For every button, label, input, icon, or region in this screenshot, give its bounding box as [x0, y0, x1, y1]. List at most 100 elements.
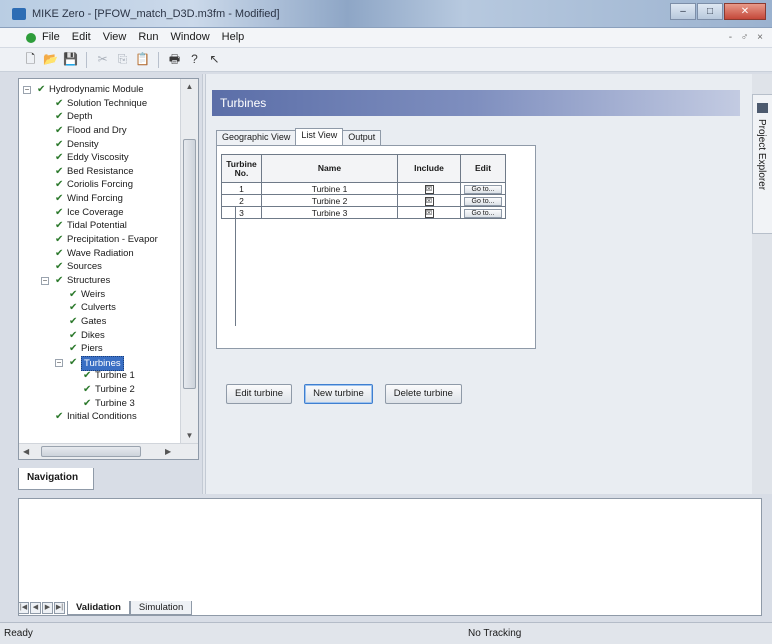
tree-item-label: Piers: [81, 343, 103, 355]
tree-item[interactable]: ✔ Solution Technique: [19, 97, 179, 111]
tree-item[interactable]: ✔ Bed Resistance: [19, 165, 179, 179]
tab-validation[interactable]: Validation: [67, 601, 130, 615]
go-to-button[interactable]: Go to...: [464, 197, 502, 206]
checkmark-icon: ✔: [55, 152, 64, 164]
tree-item[interactable]: ✔ Flood and Dry: [19, 124, 179, 138]
table-row[interactable]: 2 Turbine 2 ☒ Go to...: [221, 194, 506, 207]
tree-item-label: Flood and Dry: [67, 124, 127, 136]
tree-item-label: Turbine 3: [95, 397, 135, 409]
last-tab-icon[interactable]: ▶|: [54, 602, 65, 614]
tree-item[interactable]: ✔ Eddy Viscosity: [19, 151, 179, 165]
tree-item[interactable]: ✔ Culverts: [19, 301, 179, 315]
new-icon[interactable]: 🗋: [22, 51, 39, 68]
help-icon[interactable]: ?: [186, 51, 203, 68]
mdi-controls[interactable]: - ♂ ×: [729, 32, 766, 43]
edit-turbine-button[interactable]: Edit turbine: [226, 384, 293, 404]
first-tab-icon[interactable]: |◀: [18, 602, 29, 614]
project-explorer-tab[interactable]: Project Explorer: [752, 94, 772, 234]
scroll-left-icon[interactable]: ◀: [23, 444, 29, 459]
tab-output[interactable]: Output: [342, 130, 382, 145]
tree-horizontal-scrollbar[interactable]: ◀ ▶: [19, 443, 198, 459]
scroll-right-icon[interactable]: ▶: [165, 444, 171, 459]
menu-window[interactable]: Window: [171, 31, 210, 43]
menu-file[interactable]: File: [42, 31, 60, 43]
tree-item[interactable]: ✔ Initial Conditions: [19, 410, 179, 424]
collapse-icon[interactable]: −: [41, 276, 49, 285]
print-icon[interactable]: 🖶: [166, 51, 183, 68]
tree-item[interactable]: ✔ Depth: [19, 110, 179, 124]
close-button[interactable]: ✕: [724, 3, 766, 20]
turbine-name-cell[interactable]: Turbine 1: [261, 182, 398, 195]
context-help-icon[interactable]: ↖: [206, 51, 223, 68]
collapse-icon[interactable]: −: [55, 358, 63, 367]
include-checkbox[interactable]: ☒: [424, 196, 434, 206]
tree-item[interactable]: ✔ Weirs: [19, 288, 179, 302]
toolbar-separator: [158, 51, 159, 68]
checkmark-icon: ✔: [55, 261, 64, 273]
view-tabs: Geographic View List View Output: [216, 128, 382, 145]
main-content: Turbines Geographic View List View Outpu…: [206, 74, 752, 494]
tree-item[interactable]: ✔ Sources: [19, 260, 179, 274]
menu-edit[interactable]: Edit: [72, 31, 91, 43]
cut-icon[interactable]: ✂: [94, 51, 111, 68]
tree-item[interactable]: ✔ Gates: [19, 315, 179, 329]
maximize-button[interactable]: □: [697, 3, 723, 20]
include-checkbox[interactable]: ☒: [424, 208, 434, 218]
status-ready: Ready: [4, 628, 33, 639]
tree-item-label: Density: [67, 138, 99, 150]
menu-run[interactable]: Run: [138, 31, 158, 43]
document-icon[interactable]: [26, 33, 36, 43]
open-icon[interactable]: 📂: [42, 51, 59, 68]
tab-geographic-view[interactable]: Geographic View: [216, 130, 297, 145]
hscroll-thumb[interactable]: [41, 446, 141, 457]
include-checkbox[interactable]: ☒: [424, 184, 434, 194]
table-row[interactable]: 3 Turbine 3 ☒ Go to...: [221, 206, 506, 219]
new-turbine-button[interactable]: New turbine: [304, 384, 373, 404]
tree-item[interactable]: ✔ Coriolis Forcing: [19, 178, 179, 192]
tree-item[interactable]: ✔ Turbine 1: [19, 369, 179, 383]
tree-item[interactable]: ✔ Turbine 3: [19, 397, 179, 411]
collapse-icon[interactable]: −: [23, 86, 31, 94]
tree-item[interactable]: ✔ Piers: [19, 342, 179, 356]
minimize-button[interactable]: –: [670, 3, 696, 20]
turbine-name-cell[interactable]: Turbine 2: [261, 194, 398, 207]
tree-item[interactable]: ✔ Ice Coverage: [19, 206, 179, 220]
tree-item[interactable]: − ✔ Structures: [19, 274, 179, 288]
scroll-thumb[interactable]: [183, 139, 196, 389]
tree-item[interactable]: ✔ Wave Radiation: [19, 247, 179, 261]
copy-icon[interactable]: ⎘: [114, 51, 131, 68]
tree-item[interactable]: ✔ Density: [19, 138, 179, 152]
tree-item[interactable]: ✔ Tidal Potential: [19, 219, 179, 233]
tree-vertical-scrollbar[interactable]: ▲ ▼: [180, 79, 198, 444]
next-tab-icon[interactable]: ▶: [42, 602, 53, 614]
paste-icon[interactable]: 📋: [134, 51, 151, 68]
tree-item-label: Gates: [81, 315, 107, 327]
edit-cell: Go to...: [460, 182, 506, 195]
menu-help[interactable]: Help: [222, 31, 245, 43]
tree-item[interactable]: ✔ Wind Forcing: [19, 192, 179, 206]
tree-item[interactable]: − ✔ Hydrodynamic Module: [19, 83, 179, 97]
tab-list-view[interactable]: List View: [295, 128, 344, 145]
navigation-tab[interactable]: Navigation: [18, 468, 94, 490]
tree-item[interactable]: ✔ Dikes: [19, 329, 179, 343]
scroll-down-icon[interactable]: ▼: [181, 428, 198, 444]
turbine-name-cell[interactable]: Turbine 3: [261, 206, 398, 219]
scroll-up-icon[interactable]: ▲: [181, 79, 198, 95]
tree-item[interactable]: ✔ Turbine 2: [19, 383, 179, 397]
menu-bar: File Edit View Run Window Help - ♂ ×: [0, 28, 772, 48]
go-to-button[interactable]: Go to...: [464, 209, 502, 218]
tree-item-label: Turbine 1: [95, 370, 135, 382]
checkmark-icon: ✔: [83, 370, 92, 382]
table-row[interactable]: 1 Turbine 1 ☒ Go to...: [221, 182, 506, 195]
toolbar: 🗋 📂 💾 ✂ ⎘ 📋 🖶? ↖: [0, 48, 772, 72]
delete-turbine-button[interactable]: Delete turbine: [384, 384, 462, 404]
tab-simulation[interactable]: Simulation: [129, 601, 193, 615]
save-icon[interactable]: 💾: [62, 51, 79, 68]
tree-item[interactable]: ✔ Precipitation - Evapor: [19, 233, 179, 247]
menu-view[interactable]: View: [103, 31, 127, 43]
go-to-button[interactable]: Go to...: [464, 185, 502, 194]
prev-tab-icon[interactable]: ◀: [30, 602, 41, 614]
tree-item[interactable]: − ✔ Turbines: [19, 355, 179, 372]
checkmark-icon: ✔: [83, 384, 92, 396]
column-header-turbine-no: Turbine No.: [221, 154, 262, 183]
